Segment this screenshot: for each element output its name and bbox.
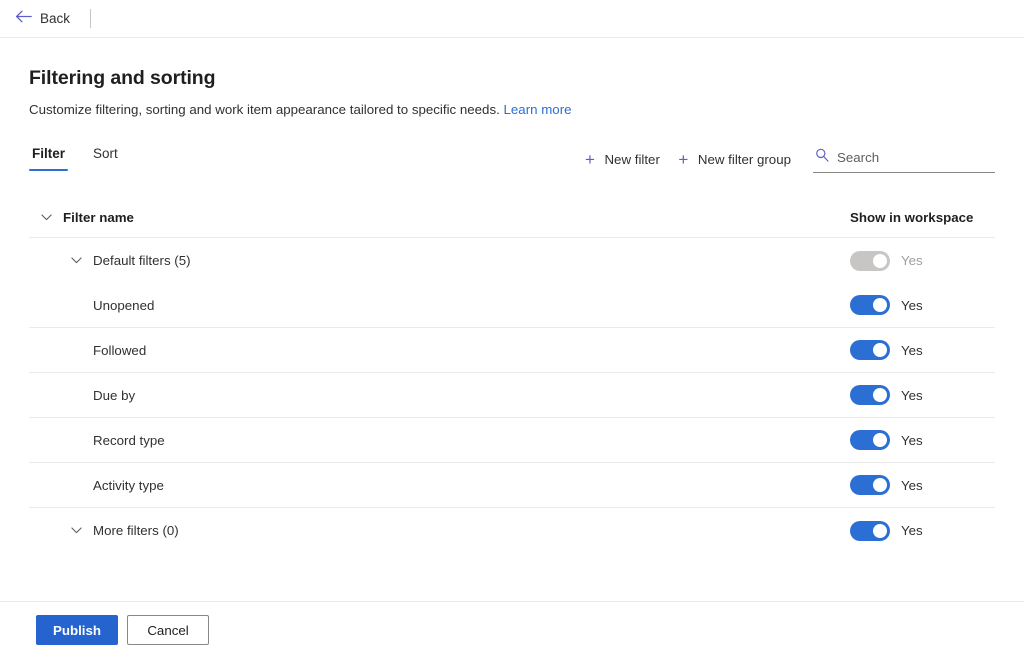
- chevron-down-icon[interactable]: [59, 527, 93, 534]
- row-label: Unopened: [93, 297, 155, 313]
- table-row[interactable]: Default filters (5) Yes: [29, 238, 995, 283]
- plus-icon: +: [678, 149, 689, 169]
- show-in-workspace-toggle[interactable]: [850, 430, 890, 451]
- row-label: More filters (0): [93, 523, 179, 539]
- tab-filter-label: Filter: [32, 146, 66, 162]
- toggle-label: Yes: [901, 297, 923, 313]
- table-row[interactable]: Activity type Yes: [29, 463, 995, 509]
- show-in-workspace-toggle: [850, 250, 890, 271]
- row-toggle-cell: Yes: [850, 295, 995, 316]
- plus-icon: +: [584, 149, 595, 169]
- row-toggle-cell: Yes: [850, 250, 995, 271]
- show-in-workspace-toggle[interactable]: [850, 340, 890, 361]
- toggle-knob: [873, 253, 887, 268]
- grid-header-row: Filter name Show in workspace: [29, 197, 995, 239]
- tab-sort-label: Sort: [93, 146, 118, 162]
- table-row[interactable]: Due by Yes: [29, 373, 995, 419]
- learn-more-link[interactable]: Learn more: [504, 102, 572, 117]
- toggle-label: Yes: [901, 477, 923, 493]
- show-in-workspace-toggle[interactable]: [850, 520, 890, 541]
- collapse-all-chevron[interactable]: [29, 214, 63, 221]
- tab-list: Filter Sort: [29, 145, 121, 179]
- new-filter-group-button[interactable]: + New filter group: [668, 147, 799, 172]
- table-row[interactable]: Unopened Yes: [29, 283, 995, 329]
- column-header-filter-name[interactable]: Filter name: [63, 210, 134, 225]
- row-name-cell: Record type: [93, 433, 850, 448]
- back-button[interactable]: Back: [11, 7, 74, 31]
- grid-header-toggle-cell: Show in workspace: [850, 210, 995, 225]
- footer-action-bar: Publish Cancel: [0, 601, 1024, 658]
- row-label: Record type: [93, 432, 165, 448]
- page-title: Filtering and sorting: [29, 67, 216, 89]
- toggle-label: Yes: [901, 523, 923, 539]
- toolbar-divider: [90, 9, 92, 28]
- row-toggle-cell: Yes: [850, 385, 995, 406]
- tabs-and-commands: Filter Sort + New filter + New filter gr…: [29, 145, 995, 179]
- table-row[interactable]: Followed Yes: [29, 328, 995, 374]
- row-name-cell: Unopened: [93, 298, 850, 313]
- row-label: Followed: [93, 342, 147, 358]
- row-name-cell: Due by: [93, 388, 850, 403]
- show-in-workspace-toggle[interactable]: [850, 295, 890, 316]
- toggle-knob: [873, 433, 887, 448]
- row-name-cell: Activity type: [93, 478, 850, 493]
- toggle-knob: [873, 478, 887, 493]
- toggle-label: Yes: [901, 387, 923, 403]
- table-row[interactable]: More filters (0) Yes: [29, 508, 995, 553]
- toggle-knob: [873, 523, 887, 538]
- tab-sort[interactable]: Sort: [90, 145, 121, 171]
- back-label: Back: [40, 10, 71, 26]
- page-content: Filtering and sorting Customize filterin…: [0, 38, 1024, 553]
- row-name-cell: Default filters (5): [59, 253, 850, 268]
- row-label: Due by: [93, 387, 136, 403]
- search-box[interactable]: [813, 145, 995, 174]
- row-toggle-cell: Yes: [850, 340, 995, 361]
- arrow-left-icon: [15, 10, 32, 28]
- cancel-button[interactable]: Cancel: [127, 615, 210, 645]
- row-name-cell: Followed: [93, 343, 850, 358]
- row-toggle-cell: Yes: [850, 520, 995, 541]
- command-bar: + New filter + New filter group: [574, 145, 995, 179]
- row-toggle-cell: Yes: [850, 475, 995, 496]
- new-filter-button[interactable]: + New filter: [574, 147, 667, 172]
- toggle-label: Yes: [901, 253, 923, 269]
- toggle-label: Yes: [901, 432, 923, 448]
- row-name-cell: More filters (0): [59, 523, 850, 538]
- search-icon: [815, 148, 829, 167]
- chevron-down-icon[interactable]: [59, 257, 93, 264]
- grid-header-name-cell: Filter name: [29, 210, 850, 225]
- toggle-label: Yes: [901, 342, 923, 358]
- column-header-show-in-workspace[interactable]: Show in workspace: [850, 210, 973, 225]
- tab-filter[interactable]: Filter: [29, 145, 69, 171]
- page-subtitle-text: Customize filtering, sorting and work it…: [29, 102, 500, 117]
- new-filter-label: New filter: [604, 151, 660, 167]
- search-input[interactable]: [837, 150, 993, 166]
- page-subtitle: Customize filtering, sorting and work it…: [29, 90, 995, 118]
- row-toggle-cell: Yes: [850, 430, 995, 451]
- toggle-knob: [873, 388, 887, 403]
- show-in-workspace-toggle[interactable]: [850, 385, 890, 406]
- new-filter-group-label: New filter group: [697, 151, 791, 167]
- table-row[interactable]: Record type Yes: [29, 418, 995, 464]
- publish-button[interactable]: Publish: [36, 615, 119, 645]
- row-label: Default filters (5): [93, 253, 191, 269]
- filter-grid: Filter name Show in workspace Default fi…: [29, 197, 995, 553]
- row-label: Activity type: [93, 477, 164, 493]
- toggle-knob: [873, 343, 887, 358]
- back-bar: Back: [0, 0, 1024, 38]
- toggle-knob: [873, 298, 887, 313]
- show-in-workspace-toggle[interactable]: [850, 475, 890, 496]
